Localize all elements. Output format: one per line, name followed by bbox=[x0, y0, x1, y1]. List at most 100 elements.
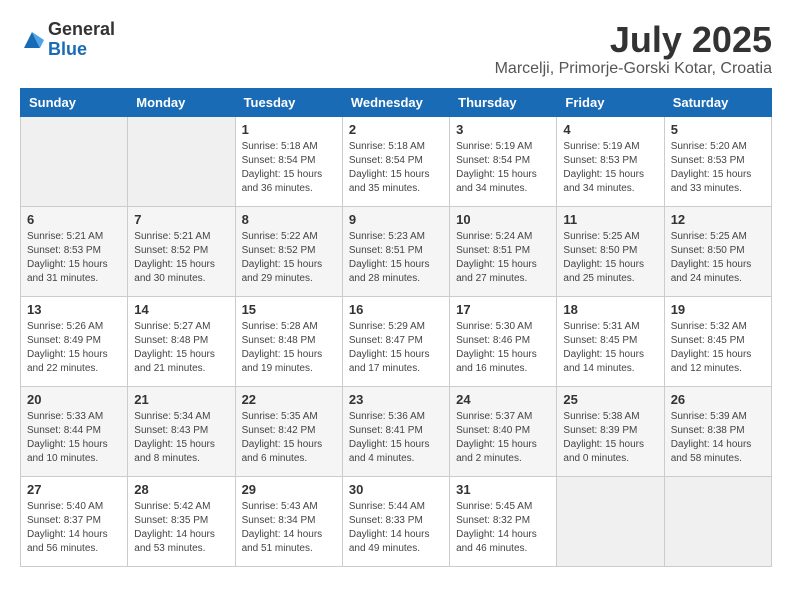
day-info: Sunrise: 5:38 AM Sunset: 8:39 PM Dayligh… bbox=[563, 410, 657, 466]
day-number: 27 bbox=[27, 482, 121, 497]
day-number: 22 bbox=[242, 392, 336, 407]
table-row: 10 Sunrise: 5:24 AM Sunset: 8:51 PM Dayli… bbox=[450, 206, 557, 296]
day-info: Sunrise: 5:21 AM Sunset: 8:53 PM Dayligh… bbox=[27, 230, 121, 286]
table-row: 8Sunrise: 5:22 AM Sunset: 8:52 PM Daylig… bbox=[235, 206, 342, 296]
day-number: 25 bbox=[563, 392, 657, 407]
day-number: 17 bbox=[456, 302, 550, 317]
day-number: 18 bbox=[563, 302, 657, 317]
day-number: 2 bbox=[349, 122, 443, 137]
day-number: 12 bbox=[671, 212, 765, 227]
table-row: 1 Sunrise: 5:18 AM Sunset: 8:54 PM Daylig… bbox=[235, 116, 342, 206]
day-number: 1 bbox=[242, 122, 336, 137]
page-header: General Blue July 2025 Marcelji, Primorj… bbox=[20, 20, 772, 78]
logo-text: General Blue bbox=[48, 20, 115, 60]
header-tuesday: Tuesday bbox=[235, 88, 342, 116]
month-year: July 2025 bbox=[495, 20, 772, 60]
table-row bbox=[128, 116, 235, 206]
location: Marcelji, Primorje-Gorski Kotar, Croatia bbox=[495, 60, 772, 78]
day-number: 15 bbox=[242, 302, 336, 317]
day-info: Sunrise: 5:40 AM Sunset: 8:37 PM Dayligh… bbox=[27, 500, 121, 556]
day-number: 28 bbox=[134, 482, 228, 497]
day-info: Sunrise: 5:28 AM Sunset: 8:48 PM Dayligh… bbox=[242, 320, 336, 376]
header-wednesday: Wednesday bbox=[342, 88, 449, 116]
header-friday: Friday bbox=[557, 88, 664, 116]
table-row: 23 Sunrise: 5:36 AM Sunset: 8:41 PM Dayli… bbox=[342, 386, 449, 476]
table-row: 27 Sunrise: 5:40 AM Sunset: 8:37 PM Dayli… bbox=[21, 476, 128, 566]
table-row: 30Sunrise: 5:44 AM Sunset: 8:33 PM Dayli… bbox=[342, 476, 449, 566]
table-row: 16 Sunrise: 5:29 AM Sunset: 8:47 PM Dayli… bbox=[342, 296, 449, 386]
day-number: 7 bbox=[134, 212, 228, 227]
day-number: 6 bbox=[27, 212, 121, 227]
table-row: 12 Sunrise: 5:25 AM Sunset: 8:50 PM Dayli… bbox=[664, 206, 771, 296]
header-thursday: Thursday bbox=[450, 88, 557, 116]
day-info: Sunrise: 5:33 AM Sunset: 8:44 PM Dayligh… bbox=[27, 410, 121, 466]
day-number: 8 bbox=[242, 212, 336, 227]
day-info: Sunrise: 5:35 AM Sunset: 8:42 PM Dayligh… bbox=[242, 410, 336, 466]
calendar-week-row: 1 Sunrise: 5:18 AM Sunset: 8:54 PM Daylig… bbox=[21, 116, 772, 206]
day-info: Sunrise: 5:23 AM Sunset: 8:51 PM Dayligh… bbox=[349, 230, 443, 286]
calendar-table: Sunday Monday Tuesday Wednesday Thursday… bbox=[20, 88, 772, 567]
day-number: 14 bbox=[134, 302, 228, 317]
table-row: 6 Sunrise: 5:21 AM Sunset: 8:53 PM Daylig… bbox=[21, 206, 128, 296]
table-row: 20 Sunrise: 5:33 AM Sunset: 8:44 PM Dayli… bbox=[21, 386, 128, 476]
day-info: Sunrise: 5:19 AM Sunset: 8:54 PM Dayligh… bbox=[456, 140, 550, 196]
day-info: Sunrise: 5:36 AM Sunset: 8:41 PM Dayligh… bbox=[349, 410, 443, 466]
day-info: Sunrise: 5:19 AM Sunset: 8:53 PM Dayligh… bbox=[563, 140, 657, 196]
table-row bbox=[664, 476, 771, 566]
table-row: 18 Sunrise: 5:31 AM Sunset: 8:45 PM Dayli… bbox=[557, 296, 664, 386]
table-row: 5 Sunrise: 5:20 AM Sunset: 8:53 PM Daylig… bbox=[664, 116, 771, 206]
calendar-week-row: 20 Sunrise: 5:33 AM Sunset: 8:44 PM Dayli… bbox=[21, 386, 772, 476]
day-info: Sunrise: 5:43 AM Sunset: 8:34 PM Dayligh… bbox=[242, 500, 336, 556]
day-info: Sunrise: 5:45 AM Sunset: 8:32 PM Dayligh… bbox=[456, 500, 550, 556]
table-row: 4 Sunrise: 5:19 AM Sunset: 8:53 PM Daylig… bbox=[557, 116, 664, 206]
day-number: 23 bbox=[349, 392, 443, 407]
day-number: 13 bbox=[27, 302, 121, 317]
day-number: 26 bbox=[671, 392, 765, 407]
day-info: Sunrise: 5:25 AM Sunset: 8:50 PM Dayligh… bbox=[671, 230, 765, 286]
table-row: 11 Sunrise: 5:25 AM Sunset: 8:50 PM Dayli… bbox=[557, 206, 664, 296]
table-row: 28Sunrise: 5:42 AM Sunset: 8:35 PM Dayli… bbox=[128, 476, 235, 566]
header-sunday: Sunday bbox=[21, 88, 128, 116]
table-row: 9 Sunrise: 5:23 AM Sunset: 8:51 PM Daylig… bbox=[342, 206, 449, 296]
table-row: 22 Sunrise: 5:35 AM Sunset: 8:42 PM Dayli… bbox=[235, 386, 342, 476]
table-row: 26 Sunrise: 5:39 AM Sunset: 8:38 PM Dayli… bbox=[664, 386, 771, 476]
day-number: 29 bbox=[242, 482, 336, 497]
day-number: 24 bbox=[456, 392, 550, 407]
day-info: Sunrise: 5:44 AM Sunset: 8:33 PM Dayligh… bbox=[349, 500, 443, 556]
day-number: 5 bbox=[671, 122, 765, 137]
day-number: 16 bbox=[349, 302, 443, 317]
day-number: 4 bbox=[563, 122, 657, 137]
table-row: 21Sunrise: 5:34 AM Sunset: 8:43 PM Dayli… bbox=[128, 386, 235, 476]
day-number: 20 bbox=[27, 392, 121, 407]
table-row: 19 Sunrise: 5:32 AM Sunset: 8:45 PM Dayli… bbox=[664, 296, 771, 386]
day-info: Sunrise: 5:37 AM Sunset: 8:40 PM Dayligh… bbox=[456, 410, 550, 466]
calendar-week-row: 27 Sunrise: 5:40 AM Sunset: 8:37 PM Dayli… bbox=[21, 476, 772, 566]
day-info: Sunrise: 5:18 AM Sunset: 8:54 PM Dayligh… bbox=[349, 140, 443, 196]
table-row: 24 Sunrise: 5:37 AM Sunset: 8:40 PM Dayli… bbox=[450, 386, 557, 476]
day-info: Sunrise: 5:31 AM Sunset: 8:45 PM Dayligh… bbox=[563, 320, 657, 376]
day-info: Sunrise: 5:25 AM Sunset: 8:50 PM Dayligh… bbox=[563, 230, 657, 286]
day-number: 11 bbox=[563, 212, 657, 227]
day-info: Sunrise: 5:21 AM Sunset: 8:52 PM Dayligh… bbox=[134, 230, 228, 286]
table-row bbox=[21, 116, 128, 206]
calendar-week-row: 6 Sunrise: 5:21 AM Sunset: 8:53 PM Daylig… bbox=[21, 206, 772, 296]
day-number: 9 bbox=[349, 212, 443, 227]
logo-general: General bbox=[48, 20, 115, 40]
day-info: Sunrise: 5:26 AM Sunset: 8:49 PM Dayligh… bbox=[27, 320, 121, 376]
table-row: 13 Sunrise: 5:26 AM Sunset: 8:49 PM Dayli… bbox=[21, 296, 128, 386]
table-row: 2 Sunrise: 5:18 AM Sunset: 8:54 PM Daylig… bbox=[342, 116, 449, 206]
day-info: Sunrise: 5:24 AM Sunset: 8:51 PM Dayligh… bbox=[456, 230, 550, 286]
day-number: 10 bbox=[456, 212, 550, 227]
table-row: 3Sunrise: 5:19 AM Sunset: 8:54 PM Daylig… bbox=[450, 116, 557, 206]
table-row: 14Sunrise: 5:27 AM Sunset: 8:48 PM Dayli… bbox=[128, 296, 235, 386]
day-info: Sunrise: 5:18 AM Sunset: 8:54 PM Dayligh… bbox=[242, 140, 336, 196]
day-info: Sunrise: 5:29 AM Sunset: 8:47 PM Dayligh… bbox=[349, 320, 443, 376]
day-number: 21 bbox=[134, 392, 228, 407]
table-row: 17Sunrise: 5:30 AM Sunset: 8:46 PM Dayli… bbox=[450, 296, 557, 386]
day-info: Sunrise: 5:32 AM Sunset: 8:45 PM Dayligh… bbox=[671, 320, 765, 376]
table-row: 31Sunrise: 5:45 AM Sunset: 8:32 PM Dayli… bbox=[450, 476, 557, 566]
day-info: Sunrise: 5:20 AM Sunset: 8:53 PM Dayligh… bbox=[671, 140, 765, 196]
title-block: July 2025 Marcelji, Primorje-Gorski Kota… bbox=[495, 20, 772, 78]
day-info: Sunrise: 5:39 AM Sunset: 8:38 PM Dayligh… bbox=[671, 410, 765, 466]
day-number: 19 bbox=[671, 302, 765, 317]
